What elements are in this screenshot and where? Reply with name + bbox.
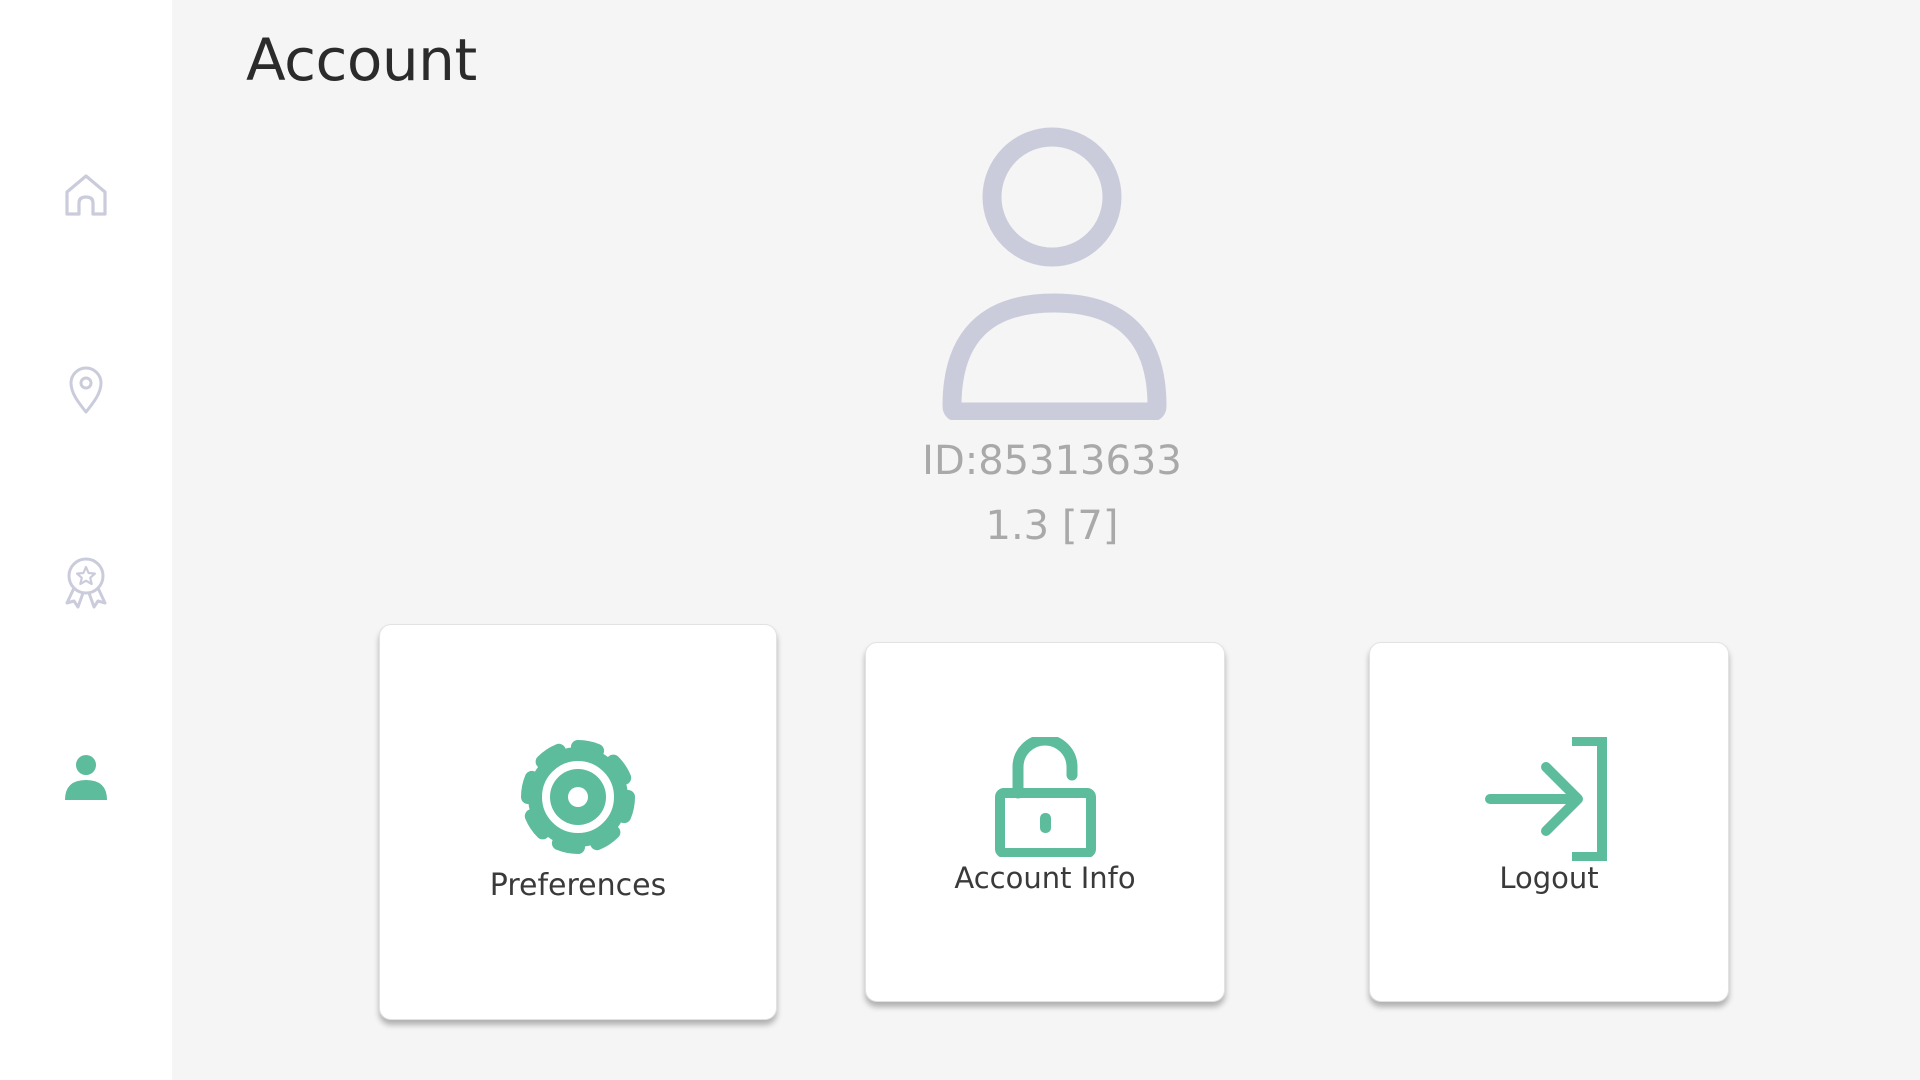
award-ribbon-icon <box>61 555 111 609</box>
logout-button[interactable]: Logout <box>1369 642 1729 1002</box>
sidebar-item-home[interactable] <box>0 150 172 240</box>
sidebar <box>0 0 172 1080</box>
logout-arrow-icon <box>1484 736 1614 865</box>
account-info-label: Account Info <box>954 861 1136 895</box>
sidebar-item-account[interactable] <box>0 733 172 823</box>
gear-icon <box>510 729 646 869</box>
user-icon <box>63 754 109 802</box>
preferences-label: Preferences <box>489 868 667 903</box>
user-outline-icon <box>902 127 1202 424</box>
home-icon <box>61 170 111 220</box>
user-id: ID:85313633 <box>922 438 1182 484</box>
page-title: Account <box>246 26 477 94</box>
unlock-icon <box>990 734 1100 861</box>
logout-label: Logout <box>1499 861 1599 895</box>
avatar <box>902 120 1202 422</box>
sidebar-item-location[interactable] <box>0 345 172 435</box>
preferences-button[interactable]: Preferences <box>379 624 777 1020</box>
account-info-button[interactable]: Account Info <box>865 642 1225 1002</box>
map-pin-icon <box>66 364 106 416</box>
sidebar-item-rewards[interactable] <box>0 537 172 627</box>
app-version: 1.3 [7] <box>985 503 1119 549</box>
main-content: Account ID:85313633 1.3 [7] Preferences <box>172 0 1920 1080</box>
